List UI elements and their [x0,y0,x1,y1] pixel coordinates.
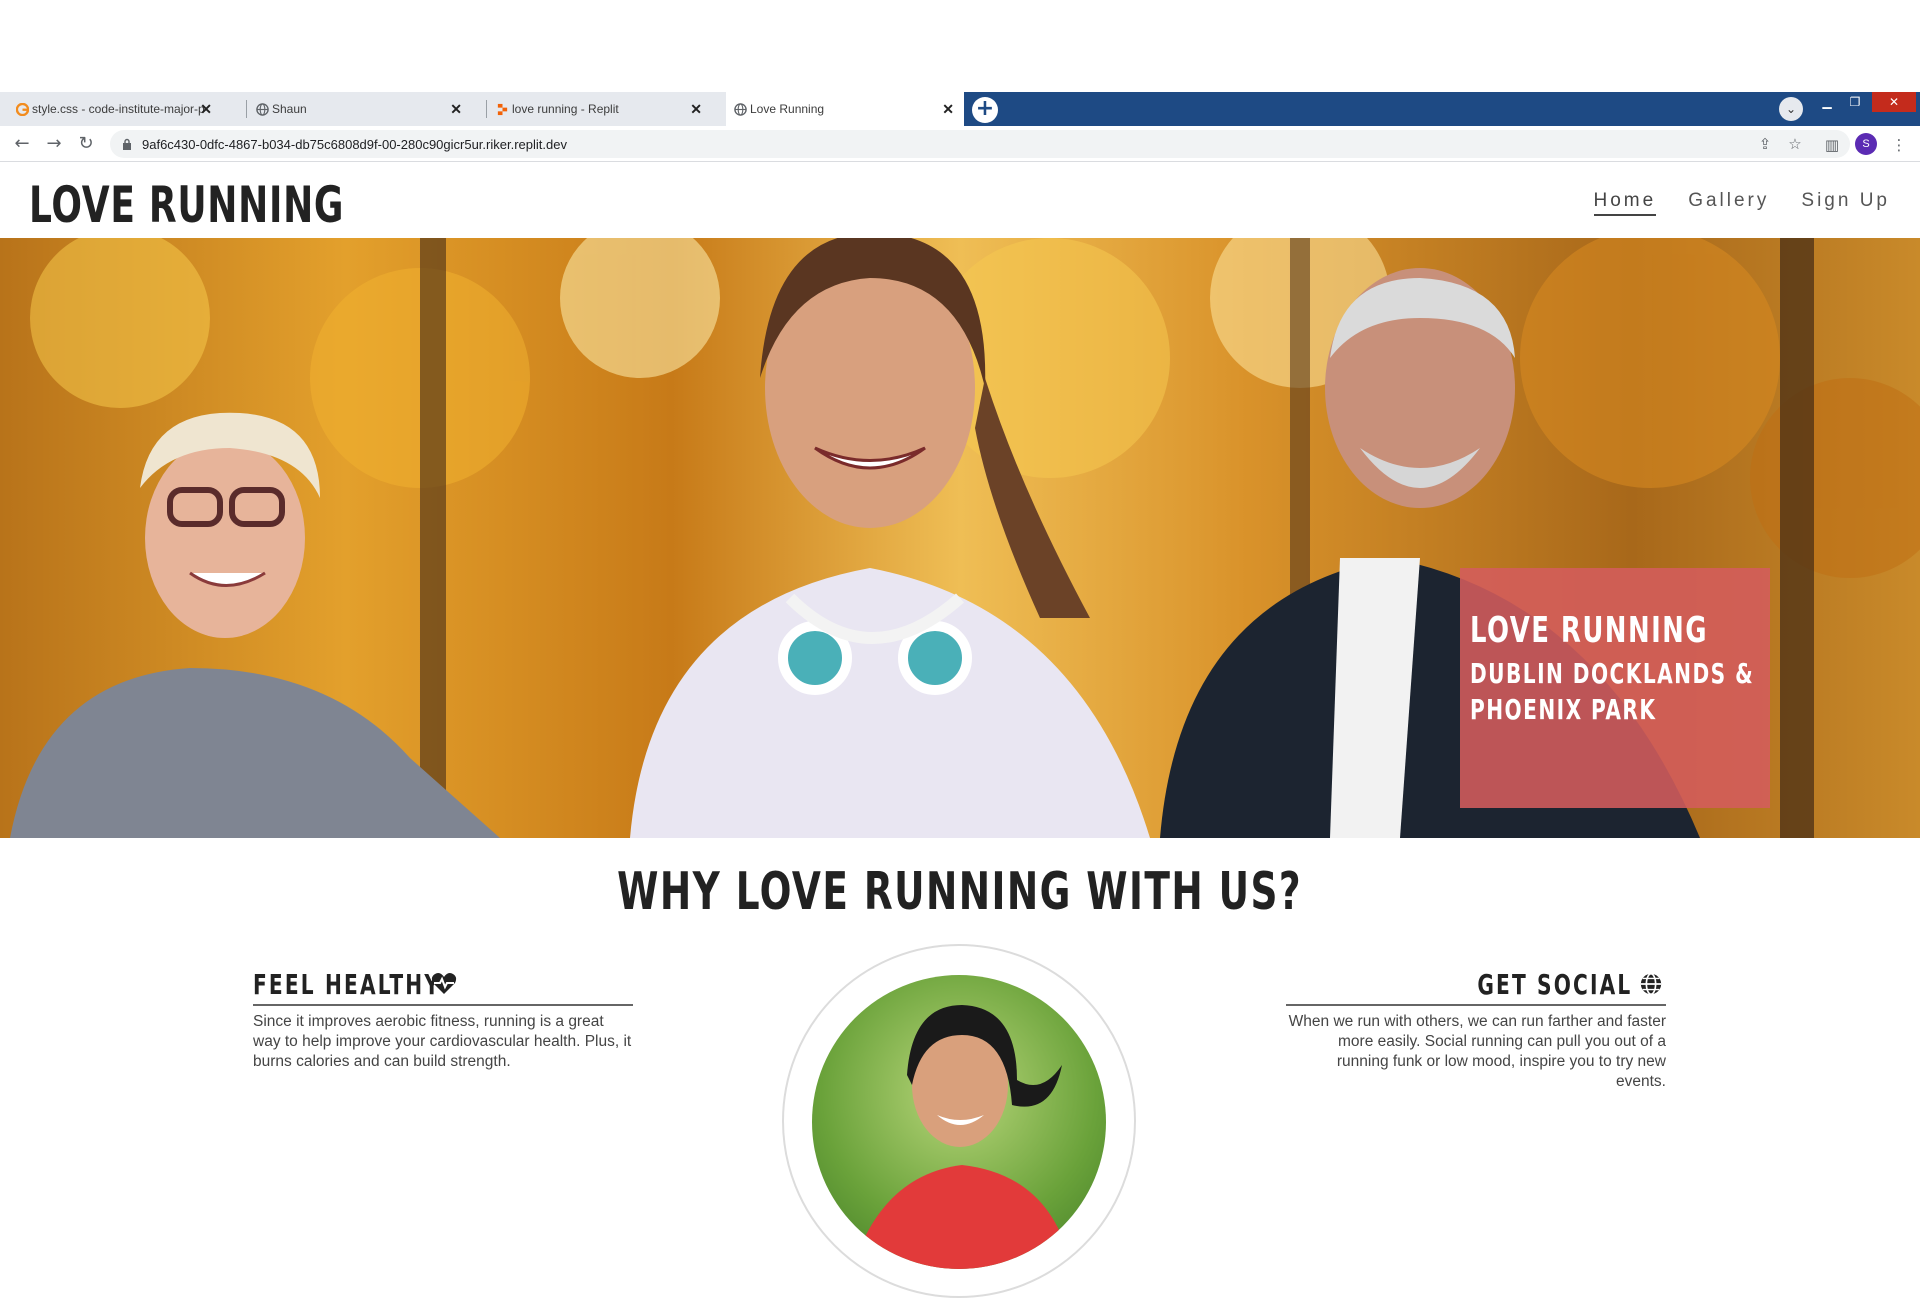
nav-home-link[interactable]: Home [1593,190,1657,216]
replit-icon [497,103,508,116]
new-tab-button[interactable]: + [972,97,998,123]
tab-shaun[interactable]: Shaun ✕ [248,92,472,126]
tab-strip: style.css - code-institute-major-p ✕ Sha… [0,92,1920,126]
side-panel-icon[interactable]: ▥ [1823,136,1841,154]
globe-icon [256,103,269,116]
code-institute-icon [16,103,29,116]
tab-separator [246,100,247,118]
address-bar[interactable]: 9af6c430-0dfc-4867-b034-db75c6808d9f-00-… [110,130,1850,158]
reload-button[interactable]: ↻ [76,134,96,154]
feature-body: When we run with others, we can run fart… [1288,1013,1666,1090]
close-window-button[interactable]: ✕ [1872,92,1916,112]
hero-subtitle: DUBLIN DOCKLANDS & PHOENIX PARK [1470,657,1755,726]
nav-gallery-link[interactable]: Gallery [1688,190,1769,216]
browser-toolbar: ← → ↻ 9af6c430-0dfc-4867-b034-db75c6808d… [0,126,1920,162]
feature-get-social: GET SOCIAL When we run with others, we c… [1286,968,1666,1092]
minimize-button[interactable]: ▁ [1813,92,1841,112]
feature-body: Since it improves aerobic fitness, runni… [253,1013,632,1070]
feature-heading-text: GET SOCIAL [1476,968,1632,1001]
forward-button[interactable]: → [44,134,64,154]
hero-title: LOVE RUNNING [1470,610,1709,651]
feature-feel-healthy: FEEL HEALTHY Since it improves aerobic f… [253,968,633,1072]
close-icon[interactable]: ✕ [942,101,954,118]
close-icon[interactable]: ✕ [200,101,212,118]
site-header: LOVE RUNNING Home Gallery Sign Up [0,162,1920,238]
tab-title: Shaun [272,102,307,116]
lock-icon [123,138,131,150]
runner-portrait-image [812,975,1106,1269]
feature-heading: FEEL HEALTHY [253,968,633,1006]
hero-caption-card: LOVE RUNNING DUBLIN DOCKLANDS & PHOENIX … [1460,568,1770,808]
tab-title: style.css - code-institute-major-p [32,102,205,116]
tab-title: love running - Replit [512,102,619,116]
tab-style-css[interactable]: style.css - code-institute-major-p ✕ [8,92,222,126]
bookmark-star-icon[interactable]: ☆ [1786,135,1804,153]
globe-icon [1640,973,1662,995]
tab-title: Love Running [750,102,825,116]
nav-signup-link[interactable]: Sign Up [1801,190,1890,216]
tab-strip-background [964,92,1920,126]
menu-kebab-icon[interactable]: ⋮ [1890,136,1908,154]
tab-separator [486,100,487,118]
url-text: 9af6c430-0dfc-4867-b034-db75c6808d9f-00-… [142,137,567,152]
tab-search-button[interactable]: ⌄ [1779,97,1803,121]
site-logo[interactable]: LOVE RUNNING [29,176,344,234]
tab-love-running[interactable]: Love Running ✕ [726,92,964,126]
close-icon[interactable]: ✕ [690,101,702,118]
share-icon[interactable]: ⇪ [1756,135,1774,153]
maximize-button[interactable]: ❐ [1841,92,1869,112]
tab-replit[interactable]: love running - Replit ✕ [488,92,712,126]
close-icon[interactable]: ✕ [450,101,462,118]
feature-heading-text: FEEL HEALTHY [253,968,442,1001]
section-heading-text: WHY LOVE RUNNING WITH US? [617,862,1303,922]
runner-portrait-illustration [852,1005,1072,1269]
main-nav: Home Gallery Sign Up [1593,190,1890,216]
section-heading: WHY LOVE RUNNING WITH US? [0,862,1920,922]
back-button[interactable]: ← [12,134,32,154]
profile-avatar[interactable]: S [1855,133,1877,155]
desktop-area [0,0,1920,92]
feature-heading: GET SOCIAL [1286,968,1666,1006]
globe-icon [734,103,747,116]
hero-image: LOVE RUNNING DUBLIN DOCKLANDS & PHOENIX … [0,238,1920,838]
heartbeat-icon [431,973,457,994]
